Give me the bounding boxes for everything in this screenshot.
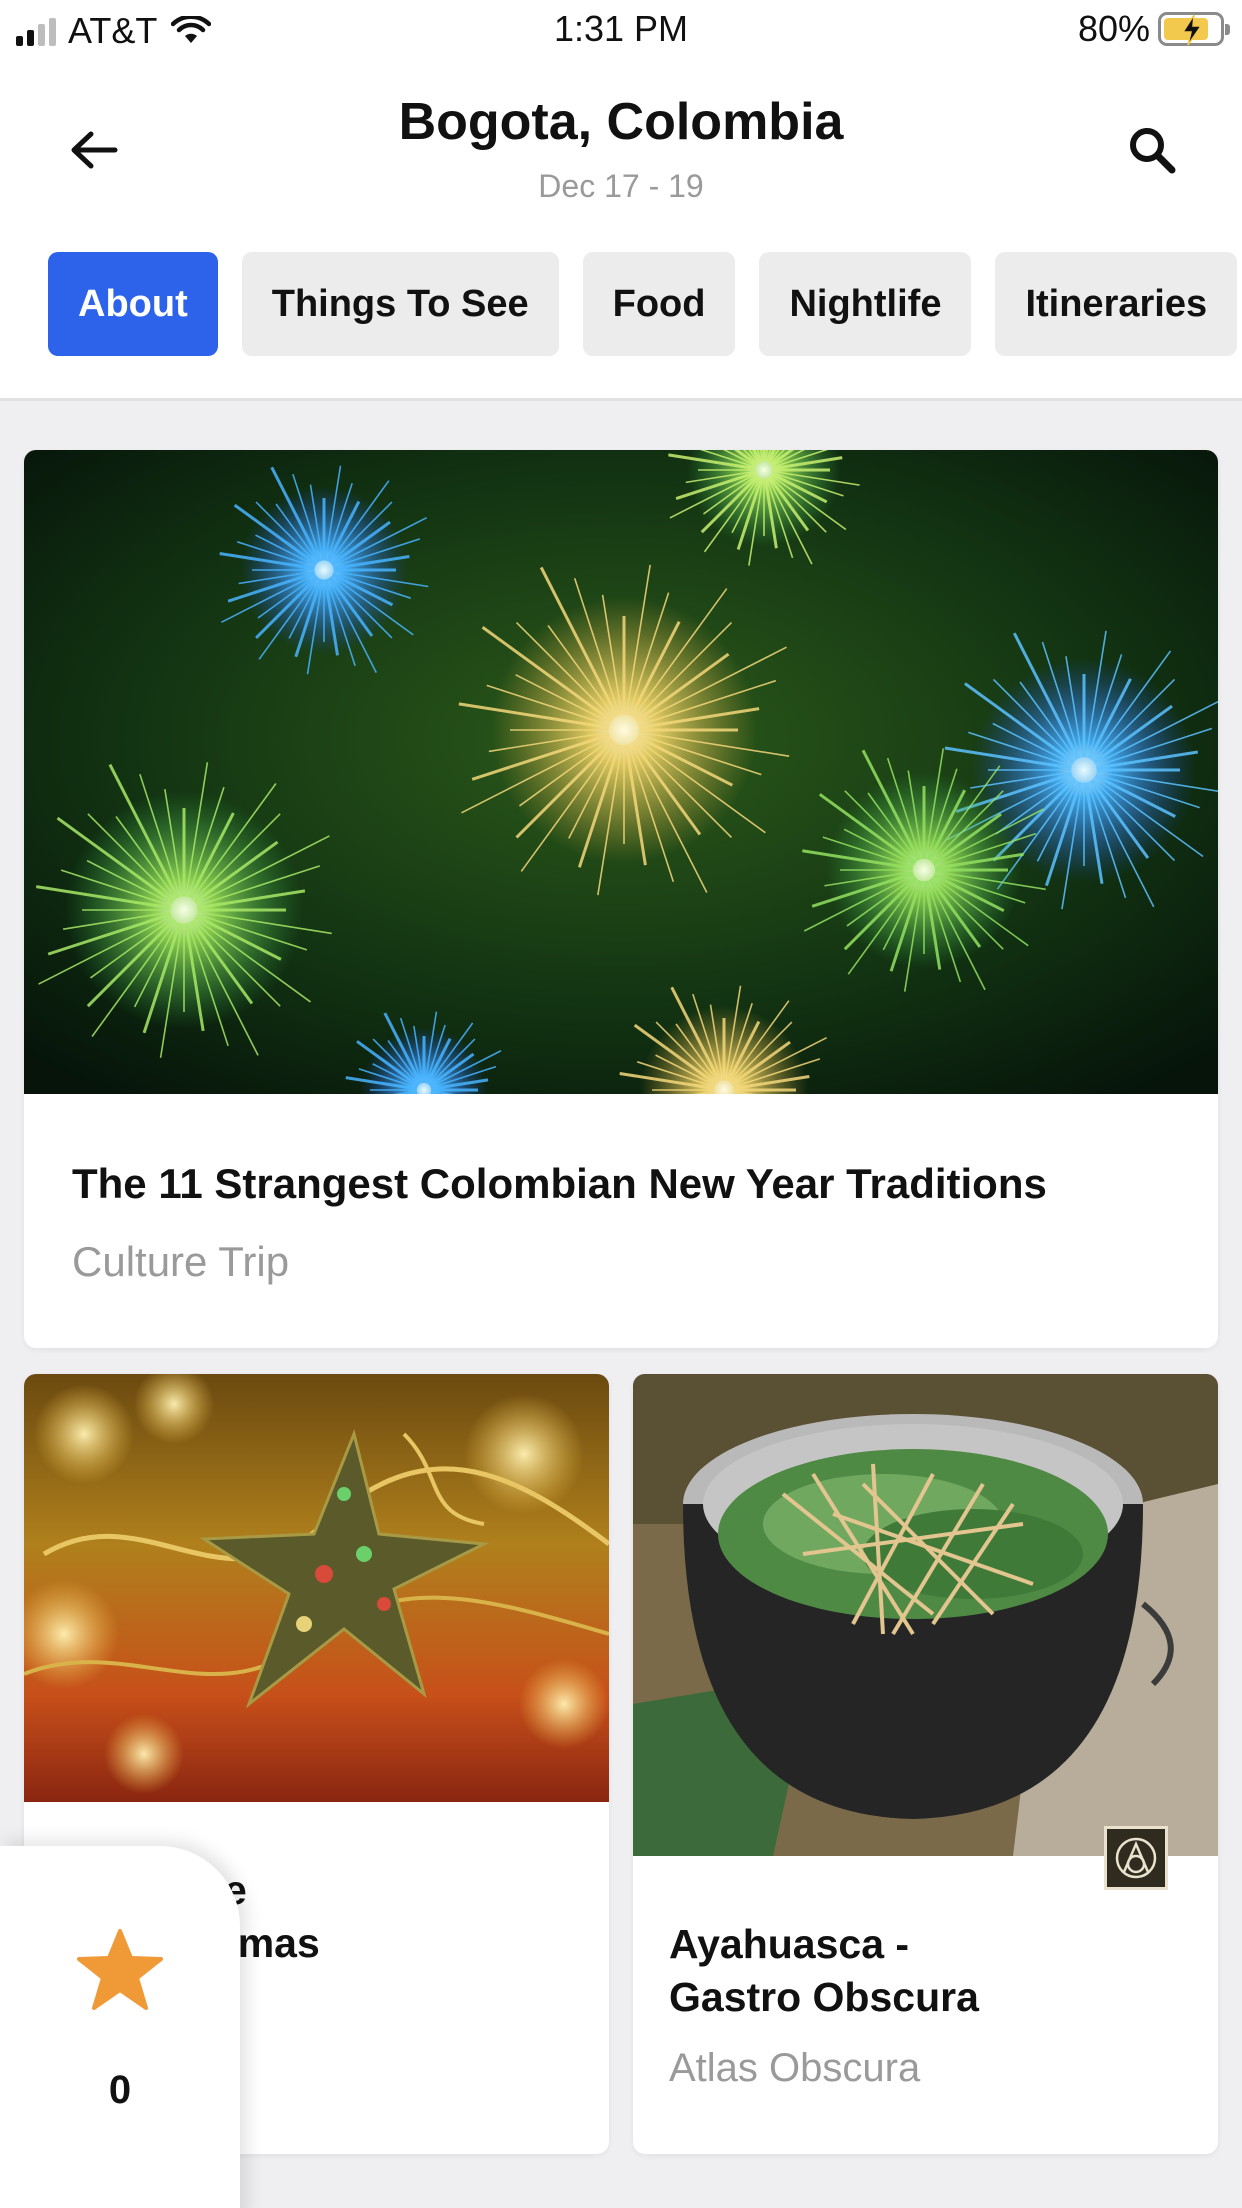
header: Bogota, Colombia Dec 17 - 19 About Thing… (0, 60, 1242, 401)
category-tabs: About Things To See Food Nightlife Itine… (48, 252, 1238, 356)
tab-about[interactable]: About (48, 252, 218, 356)
battery-charging-icon (1158, 12, 1230, 46)
search-icon (1130, 128, 1176, 174)
status-bar: AT&T 1:31 PM 80% (0, 0, 1242, 60)
christmas-ornament-image (24, 1374, 609, 1802)
star-icon[interactable] (76, 1928, 164, 2012)
tab-food[interactable]: Food (582, 252, 736, 356)
divider (0, 398, 1242, 401)
page-title: Bogota, Colombia (398, 93, 844, 151)
article-card-featured[interactable]: The 11 Strangest Colombian New Year Trad… (24, 450, 1218, 1348)
article-source: Culture Trip (72, 1238, 290, 1285)
ayahuasca-pot-image (633, 1374, 1218, 1856)
atlas-obscura-logo-icon (1104, 1826, 1168, 1890)
tab-nightlife[interactable]: Nightlife (759, 252, 972, 356)
favorites-count: 0 (108, 2068, 132, 2112)
search-button[interactable] (1122, 120, 1182, 180)
article-title: The 11 Strangest Colombian New Year Trad… (72, 1160, 1047, 1207)
trip-dates: Dec 17 - 19 (538, 168, 704, 204)
article-title: Ayahuasca - Gastro Obscura (669, 1921, 979, 2020)
battery-group: 80% (1077, 8, 1230, 50)
fireworks-image (24, 450, 1218, 1094)
tab-itineraries[interactable]: Itineraries (995, 252, 1238, 356)
article-card-ayahuasca[interactable]: Ayahuasca - Gastro Obscura Atlas Obscura (633, 1374, 1218, 2154)
tab-things-to-see[interactable]: Things To See (241, 252, 559, 356)
article-source: Atlas Obscura (669, 2046, 921, 2090)
battery-percent: 80% (1077, 8, 1150, 49)
favorites-panel[interactable]: 0 (0, 1846, 240, 2208)
status-time: 1:31 PM (553, 8, 689, 49)
